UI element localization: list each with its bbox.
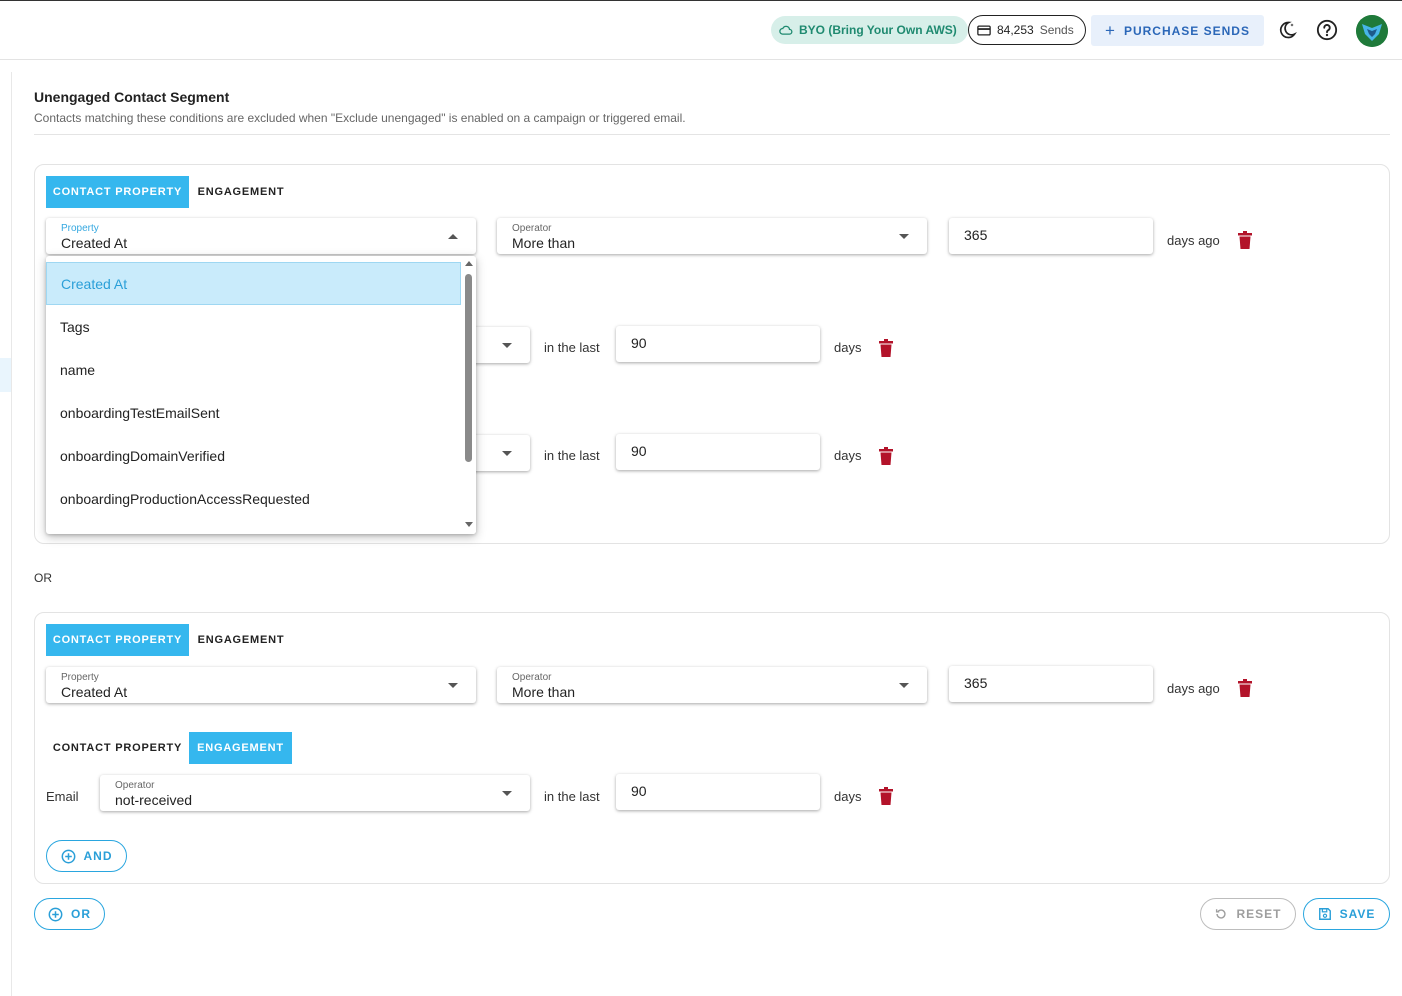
- operator-select[interactable]: Operator More than: [497, 667, 927, 703]
- avatar[interactable]: [1356, 15, 1388, 47]
- reset-button-label: RESET: [1236, 907, 1282, 921]
- add-circle-icon: [48, 907, 63, 921]
- purchase-sends-button[interactable]: + PURCHASE SENDS: [1091, 15, 1264, 46]
- property-select-value: Created At: [61, 235, 128, 251]
- add-or-group-button[interactable]: OR: [34, 898, 105, 930]
- days-input-value: 90: [631, 335, 647, 351]
- byo-badge[interactable]: BYO (Bring Your Own AWS): [771, 16, 968, 44]
- days-input[interactable]: 90: [616, 434, 820, 470]
- dropdown-option-tags[interactable]: Tags: [46, 305, 461, 348]
- operator-select-value: More than: [512, 235, 576, 251]
- days-input-value: 365: [964, 227, 988, 243]
- days-ago-label: days ago: [1167, 233, 1220, 248]
- cloud-icon: [779, 25, 793, 35]
- property-select[interactable]: Property Created At: [46, 667, 476, 703]
- sends-count: 84,253: [997, 23, 1034, 37]
- operator-select[interactable]: Operator More than: [497, 218, 927, 254]
- caret-down-icon: [899, 234, 909, 239]
- dropdown-option-name[interactable]: name: [46, 348, 461, 391]
- reset-icon: [1216, 909, 1227, 919]
- property-dropdown-menu: Created At Tags name onboardingTestEmail…: [46, 256, 476, 534]
- email-channel-label: Email: [46, 789, 79, 804]
- engagement-operator-select[interactable]: Operator not-received: [100, 775, 530, 811]
- operator-select-value: not-received: [115, 792, 193, 808]
- in-the-last-label: in the last: [544, 448, 600, 463]
- operator-select-label: Operator: [512, 672, 552, 683]
- caret-down-icon: [448, 683, 458, 688]
- property-select-label: Property: [61, 223, 99, 234]
- days-label: days: [834, 448, 862, 463]
- caret-down-icon: [502, 343, 512, 348]
- sidebar-active-marker: [0, 358, 11, 392]
- scroll-down-icon[interactable]: [465, 522, 473, 527]
- top-bar: BYO (Bring Your Own AWS) 84,253 Sends + …: [0, 0, 1402, 60]
- delete-condition-icon[interactable]: [879, 339, 893, 357]
- property-select-label: Property: [61, 672, 99, 683]
- caret-down-icon: [502, 791, 512, 796]
- and-button-label: AND: [83, 849, 113, 863]
- in-the-last-label: in the last: [544, 340, 600, 355]
- credit-card-icon: [977, 24, 991, 36]
- tab-contact-property[interactable]: CONTACT PROPERTY: [46, 624, 189, 656]
- plus-icon: +: [1105, 20, 1116, 40]
- in-the-last-label: in the last: [544, 789, 600, 804]
- caret-down-icon: [899, 683, 909, 688]
- delete-condition-icon[interactable]: [1238, 231, 1252, 249]
- caret-up-icon: [448, 234, 458, 239]
- tab-contact-property[interactable]: CONTACT PROPERTY: [46, 176, 189, 208]
- days-input[interactable]: 90: [616, 326, 820, 362]
- property-select[interactable]: Property Created At: [46, 218, 476, 254]
- delete-condition-icon[interactable]: [1238, 679, 1252, 697]
- days-label: days: [834, 340, 862, 355]
- save-button[interactable]: SAVE: [1303, 898, 1390, 930]
- byo-label: BYO (Bring Your Own AWS): [799, 23, 957, 37]
- delete-condition-icon[interactable]: [879, 787, 893, 805]
- or-separator: OR: [34, 571, 52, 585]
- save-button-label: SAVE: [1339, 907, 1376, 921]
- sends-badge[interactable]: 84,253 Sends: [968, 15, 1086, 45]
- dropdown-option-onboarding-domain-verified[interactable]: onboardingDomainVerified: [46, 434, 461, 477]
- purchase-sends-label: PURCHASE SENDS: [1123, 23, 1250, 38]
- caret-down-icon: [502, 451, 512, 456]
- days-ago-label: days ago: [1167, 681, 1220, 696]
- property-select-value: Created At: [61, 684, 128, 700]
- dropdown-option-created-at[interactable]: Created At: [46, 262, 461, 305]
- sends-label: Sends: [1039, 23, 1074, 37]
- days-input[interactable]: 365: [949, 666, 1153, 702]
- days-input[interactable]: 365: [949, 218, 1153, 254]
- tab-engagement[interactable]: ENGAGEMENT: [189, 624, 293, 656]
- reset-button[interactable]: RESET: [1200, 898, 1296, 930]
- tab-engagement[interactable]: ENGAGEMENT: [189, 732, 292, 764]
- dark-mode-icon[interactable]: [1277, 20, 1297, 40]
- add-and-condition-button[interactable]: AND: [46, 840, 127, 872]
- days-input-value: 365: [964, 675, 988, 691]
- operator-select-label: Operator: [512, 223, 552, 234]
- page-title: Unengaged Contact Segment: [34, 89, 230, 105]
- page-subtitle: Contacts matching these conditions are e…: [34, 111, 686, 125]
- dropdown-scrollbar[interactable]: [462, 256, 476, 534]
- user-avatar-icon: [1356, 15, 1388, 47]
- add-circle-icon: [61, 849, 75, 863]
- operator-select-value: More than: [512, 684, 576, 700]
- days-input-value: 90: [631, 783, 647, 799]
- sidebar-edge: [11, 72, 12, 996]
- delete-condition-icon[interactable]: [879, 447, 893, 465]
- days-input-value: 90: [631, 443, 647, 459]
- tab-contact-property[interactable]: CONTACT PROPERTY: [46, 732, 189, 764]
- or-button-label: OR: [71, 907, 91, 921]
- days-input[interactable]: 90: [616, 774, 820, 810]
- dropdown-option-onboarding-production-access-requested[interactable]: onboardingProductionAccessRequested: [46, 477, 461, 520]
- scroll-up-icon[interactable]: [465, 261, 473, 266]
- save-icon: [1318, 908, 1331, 920]
- operator-select-label: Operator: [115, 780, 155, 791]
- header-divider: [34, 134, 1390, 135]
- dropdown-option-onboarding-test-email-sent[interactable]: onboardingTestEmailSent: [46, 391, 461, 434]
- help-icon[interactable]: [1316, 19, 1338, 41]
- days-label: days: [834, 789, 862, 804]
- tab-engagement[interactable]: ENGAGEMENT: [189, 176, 293, 208]
- scrollbar-thumb[interactable]: [465, 274, 472, 462]
